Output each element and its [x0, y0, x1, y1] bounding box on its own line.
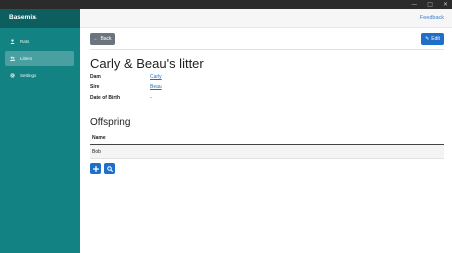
page-title: Carly & Beau's litter — [90, 56, 204, 71]
maximize-button[interactable]: □ — [427, 0, 433, 9]
sidebar: Basemix % Rats Litters Settings — [0, 9, 80, 253]
sidebar-item-rats[interactable]: Rats — [5, 34, 74, 49]
offspring-title: Offspring — [90, 117, 131, 128]
dob-value: - — [150, 95, 152, 101]
window-controls: — □ ✕ — [411, 0, 448, 9]
pencil-icon: ✎ — [425, 36, 430, 42]
gear-icon — [10, 73, 15, 78]
back-button-label: Back — [100, 36, 112, 42]
dob-label: Date of Birth — [90, 95, 120, 101]
sidebar-item-litters[interactable]: Litters — [5, 51, 74, 66]
edit-button[interactable]: ✎ Edit — [421, 33, 444, 45]
divider — [90, 49, 444, 50]
close-button[interactable]: ✕ — [443, 0, 448, 9]
sidebar-item-label: Litters — [20, 56, 33, 61]
table-row[interactable]: Bob — [90, 145, 444, 159]
app-title[interactable]: Basemix — [9, 14, 36, 21]
column-header-name: Name — [92, 135, 106, 141]
top-bar: Feedback — [80, 9, 452, 28]
app-badge: % — [33, 15, 37, 20]
people-icon — [10, 56, 15, 61]
window-titlebar: — □ ✕ — [0, 0, 452, 9]
arrow-left-icon: ← — [93, 36, 99, 42]
dam-link[interactable]: Carly — [150, 74, 162, 80]
search-offspring-button[interactable] — [104, 163, 115, 174]
person-icon — [10, 39, 15, 44]
sire-link[interactable]: Beau — [150, 84, 162, 90]
brand-bar: Basemix % — [0, 9, 80, 28]
sire-label: Sire — [90, 84, 100, 90]
main-content: Feedback ← Back ✎ Edit Carly & Beau's li… — [80, 9, 452, 253]
search-icon — [106, 165, 113, 172]
dam-label: Dam — [90, 74, 101, 80]
sidebar-item-settings[interactable]: Settings — [5, 68, 74, 83]
minimize-button[interactable]: — — [411, 0, 417, 9]
back-button[interactable]: ← Back — [90, 33, 115, 45]
sidebar-item-label: Settings — [20, 73, 37, 78]
sidebar-item-label: Rats — [20, 39, 30, 44]
edit-button-label: Edit — [431, 36, 440, 42]
feedback-link[interactable]: Feedback — [420, 15, 444, 21]
offspring-name-cell: Bob — [92, 149, 101, 155]
plus-icon — [92, 165, 99, 172]
add-offspring-button[interactable] — [90, 163, 101, 174]
